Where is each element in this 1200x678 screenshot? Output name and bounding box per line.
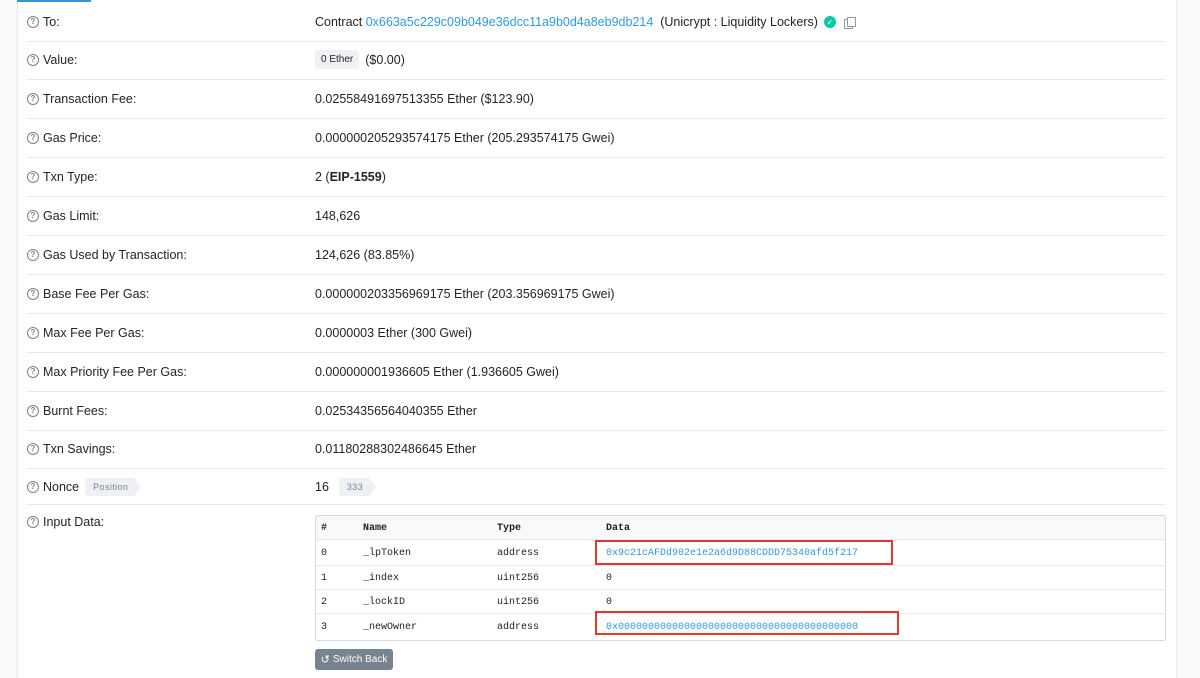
- position-number-tag: 333: [338, 478, 377, 496]
- row-transaction-fee: ? Transaction Fee: 0.02558491697513355 E…: [27, 80, 1165, 119]
- table-row: 0 _lpToken address 0x9c21cAFDd902e1e2a6d…: [316, 541, 1165, 566]
- new-owner-address-link[interactable]: 0x00000000000000000000000000000000000000…: [606, 614, 858, 640]
- contract-prefix: Contract: [315, 15, 363, 29]
- gas-price-value: 0.000000205293574175 Ether (205.29357417…: [315, 131, 615, 145]
- row-label-burnt-fees: ? Burnt Fees:: [27, 404, 108, 418]
- gas-limit-value: 148,626: [315, 209, 361, 223]
- row-max-fee: ? Max Fee Per Gas: 0.0000003 Ether (300 …: [27, 314, 1165, 353]
- question-circle-icon[interactable]: ?: [27, 16, 39, 28]
- usd-value: ($0.00): [365, 52, 405, 67]
- question-circle-icon[interactable]: ?: [27, 210, 39, 222]
- question-circle-icon[interactable]: ?: [27, 288, 39, 300]
- switch-back-button[interactable]: ↺ Switch Back: [315, 649, 393, 670]
- lp-token-address-link[interactable]: 0x9c21cAFDd902e1e2a6d9D88CDDD75340afd5f2…: [606, 541, 858, 565]
- txn-type-name: EIP-1559: [329, 170, 382, 184]
- row-gas-price: ? Gas Price: 0.000000205293574175 Ether …: [27, 119, 1165, 158]
- question-circle-icon[interactable]: ?: [27, 366, 39, 378]
- row-value: ? Value: 0 Ether ($0.00): [27, 42, 1165, 80]
- transaction-fee-value: 0.02558491697513355 Ether ($123.90): [315, 92, 534, 106]
- question-circle-icon[interactable]: ?: [27, 249, 39, 261]
- question-circle-icon[interactable]: ?: [27, 481, 39, 493]
- row-nonce: ? Nonce Position 16 333: [27, 469, 1165, 505]
- table-row: 3 _newOwner address 0x000000000000000000…: [316, 614, 1165, 640]
- undo-icon: ↺: [320, 654, 330, 666]
- gas-used-value: 124,626 (83.85%): [315, 248, 415, 262]
- row-base-fee: ? Base Fee Per Gas: 0.000000203356969175…: [27, 275, 1165, 314]
- header-index: #: [321, 522, 328, 534]
- table-row: 2 _lockID uint256 0: [316, 590, 1165, 614]
- header-type: Type: [497, 522, 522, 534]
- txn-type-value: 2 (EIP-1559): [315, 170, 386, 184]
- question-circle-icon[interactable]: ?: [27, 54, 39, 66]
- row-to: ? To: Contract 0x663a5c229c09b049e36dcc1…: [27, 3, 1165, 42]
- row-label-base-fee: ? Base Fee Per Gas:: [27, 287, 149, 301]
- row-label-to: ? To:: [27, 15, 60, 29]
- row-txn-savings: ? Txn Savings: 0.01180288302486645 Ether: [27, 431, 1165, 469]
- txn-savings-value: 0.01180288302486645 Ether: [315, 442, 477, 456]
- row-label-input-data: ? Input Data:: [27, 515, 104, 529]
- question-circle-icon[interactable]: ?: [27, 443, 39, 455]
- row-label-gas-price: ? Gas Price:: [27, 131, 101, 145]
- burnt-fees-value: 0.02534356564040355 Ether: [315, 404, 477, 418]
- row-label-nonce: ? Nonce Position: [27, 478, 142, 496]
- ether-value-pill: 0 Ether: [315, 50, 360, 69]
- row-label-max-fee: ? Max Fee Per Gas:: [27, 326, 144, 340]
- nonce-number: 16: [315, 480, 329, 494]
- contract-name: (Unicrypt : Liquidity Lockers): [660, 15, 818, 29]
- nonce-value: 16 333: [315, 478, 377, 496]
- row-label-gas-used: ? Gas Used by Transaction:: [27, 248, 187, 262]
- question-circle-icon[interactable]: ?: [27, 327, 39, 339]
- question-circle-icon[interactable]: ?: [27, 171, 39, 183]
- row-txn-type: ? Txn Type: 2 (EIP-1559): [27, 158, 1165, 197]
- table-header-row: # Name Type Data: [316, 516, 1165, 540]
- header-name: Name: [363, 522, 388, 534]
- max-fee-value: 0.0000003 Ether (300 Gwei): [315, 326, 473, 340]
- base-fee-value: 0.000000203356969175 Ether (203.35696917…: [315, 287, 615, 301]
- contract-address-link[interactable]: 0x663a5c229c09b049e36dcc11a9b0d4a8eb9db2…: [366, 15, 654, 29]
- row-gas-used: ? Gas Used by Transaction: 124,626 (83.8…: [27, 236, 1165, 275]
- row-gas-limit: ? Gas Limit: 148,626: [27, 197, 1165, 236]
- position-tag: Position: [85, 478, 142, 496]
- row-label-transaction-fee: ? Transaction Fee:: [27, 92, 136, 106]
- copy-icon[interactable]: [843, 16, 856, 29]
- table-row: 1 _index uint256 0: [316, 566, 1165, 590]
- question-circle-icon[interactable]: ?: [27, 132, 39, 144]
- row-label-txn-savings: ? Txn Savings:: [27, 442, 115, 456]
- question-circle-icon[interactable]: ?: [27, 93, 39, 105]
- row-max-priority-fee: ? Max Priority Fee Per Gas: 0.0000000019…: [27, 353, 1165, 392]
- header-data: Data: [606, 522, 631, 534]
- check-circle-icon: ✓: [823, 16, 836, 28]
- row-burnt-fees: ? Burnt Fees: 0.02534356564040355 Ether: [27, 392, 1165, 431]
- row-label-txn-type: ? Txn Type:: [27, 170, 98, 184]
- input-data-table: # Name Type Data 0 _lpToken address 0x9c…: [315, 515, 1166, 641]
- max-priority-fee-value: 0.000000001936605 Ether (1.936605 Gwei): [315, 365, 559, 379]
- value-value: 0 Ether ($0.00): [315, 50, 405, 69]
- to-value: Contract 0x663a5c229c09b049e36dcc11a9b0d…: [315, 15, 856, 29]
- active-tab-indicator: [17, 0, 91, 2]
- row-label-gas-limit: ? Gas Limit:: [27, 209, 99, 223]
- row-label-max-priority-fee: ? Max Priority Fee Per Gas:: [27, 365, 187, 379]
- question-circle-icon[interactable]: ?: [27, 405, 39, 417]
- row-label-value: ? Value:: [27, 53, 78, 67]
- question-circle-icon[interactable]: ?: [27, 516, 39, 528]
